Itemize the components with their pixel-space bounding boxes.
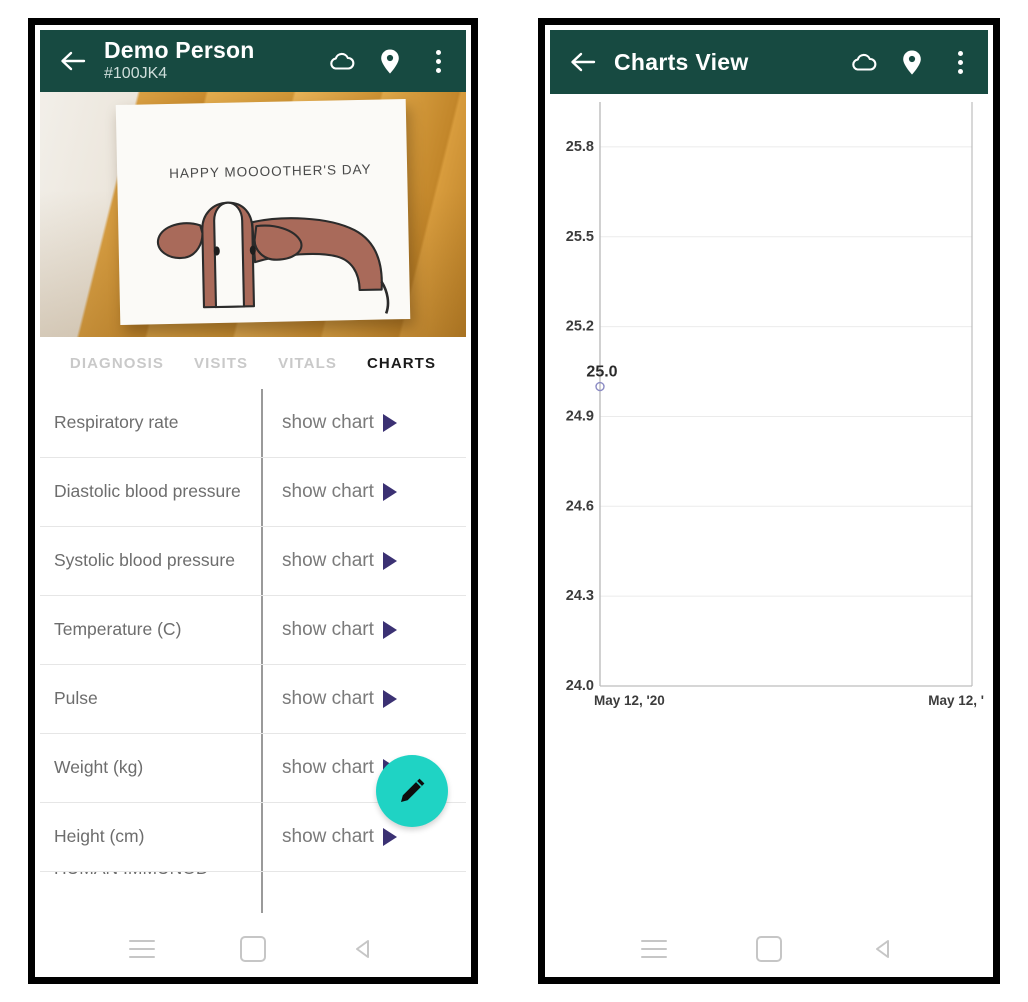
show-chart-button[interactable]: show chart xyxy=(261,688,466,710)
cow-drawing-icon xyxy=(156,201,390,314)
vital-name: Systolic blood pressure xyxy=(54,550,235,571)
page-title: Charts View xyxy=(614,48,749,75)
vital-line-chart[interactable]: 25.8 25.5 25.2 24.9 24.6 24.3 24.0May 12, '20 M… xyxy=(550,94,988,734)
vital-name: HUMAN IMMUNOD xyxy=(40,872,261,880)
tab-bar: DIAGNOSIS VISITS VITALS CHARTS xyxy=(40,337,466,389)
left-appbar-actions xyxy=(328,47,452,75)
back-arrow-icon[interactable] xyxy=(566,45,600,79)
right-appbar-actions xyxy=(850,48,974,76)
show-chart-button[interactable]: show chart xyxy=(261,619,466,641)
cloud-icon[interactable] xyxy=(328,47,356,75)
menu-lines-icon[interactable] xyxy=(634,934,674,964)
chart-y-tick-label: 24.9 xyxy=(566,408,594,424)
menu-lines-icon[interactable] xyxy=(122,934,162,964)
chart-container[interactable]: 25.8 25.5 25.2 24.9 24.6 24.3 24.0 May 12, '20 M… xyxy=(550,94,988,714)
right-screen: Charts View 25.8 25.5 25.2 24.9 24.6 24.… xyxy=(545,25,993,977)
tab-diagnosis[interactable]: DIAGNOSIS xyxy=(70,355,164,372)
right-android-navbar xyxy=(550,921,988,977)
more-vertical-icon[interactable] xyxy=(424,47,452,75)
table-row[interactable]: Pulse show chart xyxy=(40,665,466,734)
left-android-navbar xyxy=(40,921,466,977)
left-appbar: Demo Person #100JK4 xyxy=(40,30,466,92)
chart-y-tick-label: 25.2 xyxy=(566,319,594,335)
chart-x-tick-label-end: May 12, ' xyxy=(928,693,984,708)
chart-y-tick-label: 24.0 xyxy=(566,678,594,694)
right-appbar: Charts View xyxy=(550,30,988,94)
back-triangle-icon[interactable] xyxy=(344,934,384,964)
show-chart-button[interactable]: show chart xyxy=(261,481,466,503)
back-triangle-icon[interactable] xyxy=(864,934,904,964)
greeting-card: HAPPY MOOOOTHER'S DAY xyxy=(115,98,411,326)
home-square-icon[interactable] xyxy=(233,934,273,964)
show-chart-label: show chart xyxy=(282,412,374,433)
right-title-block: Charts View xyxy=(614,49,840,76)
left-title-block: Demo Person #100JK4 xyxy=(104,38,318,83)
vital-name: Pulse xyxy=(54,688,98,709)
vital-name: Respiratory rate xyxy=(54,412,179,433)
show-chart-label: show chart xyxy=(282,481,374,502)
pencil-icon xyxy=(401,778,425,802)
location-pin-icon[interactable] xyxy=(376,47,404,75)
back-arrow-icon[interactable] xyxy=(56,44,90,78)
cloud-icon[interactable] xyxy=(850,48,878,76)
patient-photo: HAPPY MOOOOTHER'S DAY xyxy=(40,92,466,337)
table-row-partial[interactable]: HUMAN IMMUNOD xyxy=(40,872,466,898)
chart-x-tick-label-start: May 12, '20 xyxy=(594,693,665,708)
charts-view-body: 25.8 25.5 25.2 24.9 24.6 24.3 24.0 May 12, '20 M… xyxy=(550,94,988,921)
show-chart-button[interactable]: show chart xyxy=(261,412,466,434)
show-chart-label: show chart xyxy=(282,757,374,778)
table-row[interactable]: Systolic blood pressure show chart xyxy=(40,527,466,596)
edit-fab-button[interactable] xyxy=(376,755,448,827)
vital-name: Temperature (C) xyxy=(54,619,182,640)
home-square-icon[interactable] xyxy=(749,934,789,964)
left-screen: Demo Person #100JK4 HAPPY MOOOOTHER'S DA… xyxy=(35,25,471,977)
show-chart-button[interactable]: show chart xyxy=(261,826,466,848)
show-chart-label: show chart xyxy=(282,826,374,847)
show-chart-label: show chart xyxy=(282,619,374,640)
play-triangle-icon xyxy=(382,414,397,432)
phone-frame-left: Demo Person #100JK4 HAPPY MOOOOTHER'S DA… xyxy=(28,18,478,984)
play-triangle-icon xyxy=(382,690,397,708)
screenshot-root: Demo Person #100JK4 HAPPY MOOOOTHER'S DA… xyxy=(0,0,1028,1002)
play-triangle-icon xyxy=(382,483,397,501)
vital-name: Diastolic blood pressure xyxy=(54,481,241,502)
vitals-chart-list[interactable]: Respiratory rate show chart Diastolic bl… xyxy=(40,389,466,921)
play-triangle-icon xyxy=(382,552,397,570)
table-row[interactable]: Temperature (C) show chart xyxy=(40,596,466,665)
chart-y-tick-label: 25.8 xyxy=(566,139,594,155)
show-chart-button[interactable]: show chart xyxy=(261,550,466,572)
tab-visits[interactable]: VISITS xyxy=(194,355,248,372)
tab-charts[interactable]: CHARTS xyxy=(367,355,436,372)
vital-name: Height (cm) xyxy=(54,826,145,847)
play-triangle-icon xyxy=(382,621,397,639)
show-chart-label: show chart xyxy=(282,550,374,571)
chart-data-label: 25.0 xyxy=(586,364,617,381)
location-pin-icon[interactable] xyxy=(898,48,926,76)
play-triangle-icon xyxy=(382,828,397,846)
vital-name: Weight (kg) xyxy=(54,757,144,778)
chart-y-tick-label: 24.6 xyxy=(566,498,594,514)
tab-vitals[interactable]: VITALS xyxy=(278,355,337,372)
phone-frame-right: Charts View 25.8 25.5 25.2 24.9 24.6 24.… xyxy=(538,18,1000,984)
more-vertical-icon[interactable] xyxy=(946,48,974,76)
chart-y-tick-label: 24.3 xyxy=(566,588,594,604)
table-row[interactable]: Diastolic blood pressure show chart xyxy=(40,458,466,527)
page-title: Demo Person xyxy=(104,37,255,64)
greeting-card-text: HAPPY MOOOOTHER'S DAY xyxy=(169,161,372,181)
chart-y-tick-label: 25.5 xyxy=(566,229,594,245)
show-chart-label: show chart xyxy=(282,688,374,709)
patient-id: #100JK4 xyxy=(104,65,168,83)
table-row[interactable]: Respiratory rate show chart xyxy=(40,389,466,458)
